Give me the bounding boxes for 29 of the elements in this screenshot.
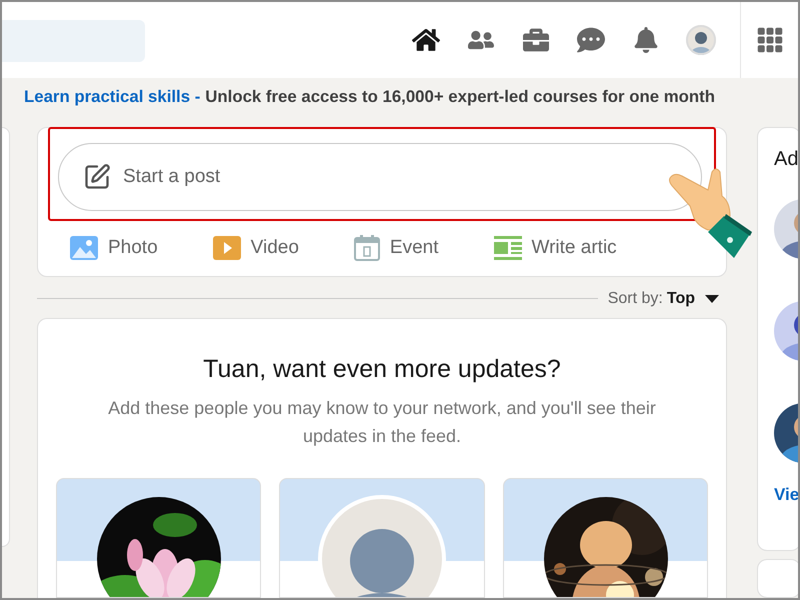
sort-label: Sort by: [608,290,663,308]
briefcase-icon [522,27,548,53]
search-field[interactable] [2,20,145,62]
post-action-button[interactable]: Write artic [494,235,617,261]
person-card[interactable] [502,478,708,598]
chat-icon [576,26,604,54]
caret-icon [705,294,719,303]
calendar-icon [354,235,380,261]
person-card[interactable] [56,478,262,598]
post-action-button[interactable]: Video [212,235,299,261]
apps-grid-icon [756,26,784,54]
edit-icon [83,163,111,191]
home-icon [412,26,440,54]
post-action-button[interactable]: Event [354,235,439,261]
banner-link[interactable]: Learn practical skills - [24,87,200,107]
sidebar-card [757,559,798,598]
sidebar-title: Ad [774,148,798,171]
avatar-icon [318,495,446,597]
image-icon [70,236,98,260]
bell-icon [632,27,658,53]
start-post-button[interactable]: Start a post [58,143,702,211]
avatar-icon [686,25,716,55]
card-subtitle: Add these people you may know to your network, and you'll see their updates in the feed. [107,397,657,448]
play-icon [212,236,241,260]
article-icon [494,236,522,260]
banner-text: Unlock free access to 16,000+ expert-led courses for one month [205,87,715,107]
post-action-button[interactable]: Photo [70,235,158,261]
sort-dropdown[interactable]: Top [666,290,727,308]
card-title: Tuan, want even more updates? [202,355,562,384]
